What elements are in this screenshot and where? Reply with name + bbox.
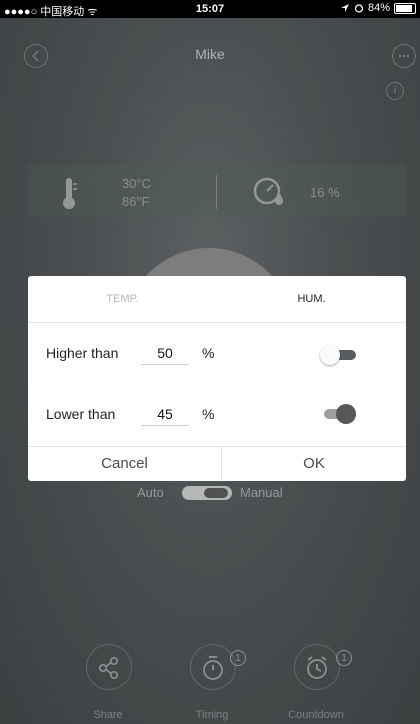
higher-than-label: Higher than [46, 345, 119, 361]
device-screen: ●●●●○ 中国移动 ᯤ 15:07 84% Mike i 30°C 86°F … [0, 0, 420, 724]
humidity-alert-dialog: TEMP. HUM. Higher than % Lower than % Ca… [28, 276, 406, 481]
status-bar: ●●●●○ 中国移动 ᯤ 15:07 84% [0, 0, 420, 18]
cancel-button[interactable]: Cancel [28, 447, 221, 481]
tab-separator [28, 322, 406, 323]
tab-temp[interactable]: TEMP. [28, 276, 217, 322]
battery-percent: 84% [367, 2, 390, 14]
tab-hum[interactable]: HUM. [217, 276, 406, 322]
higher-than-input[interactable] [141, 342, 189, 365]
status-right: 84% [340, 2, 416, 14]
lower-than-switch[interactable] [320, 403, 356, 425]
lower-than-input[interactable] [141, 403, 189, 426]
higher-than-unit: % [202, 345, 215, 361]
alarm-icon [354, 4, 364, 13]
battery-icon [394, 2, 416, 14]
location-icon [340, 4, 349, 12]
higher-than-switch[interactable] [320, 344, 356, 366]
lower-than-label: Lower than [46, 406, 116, 422]
switch-thumb [336, 404, 356, 424]
switch-thumb [320, 345, 340, 365]
lower-than-unit: % [202, 406, 215, 422]
ok-button[interactable]: OK [222, 447, 406, 481]
